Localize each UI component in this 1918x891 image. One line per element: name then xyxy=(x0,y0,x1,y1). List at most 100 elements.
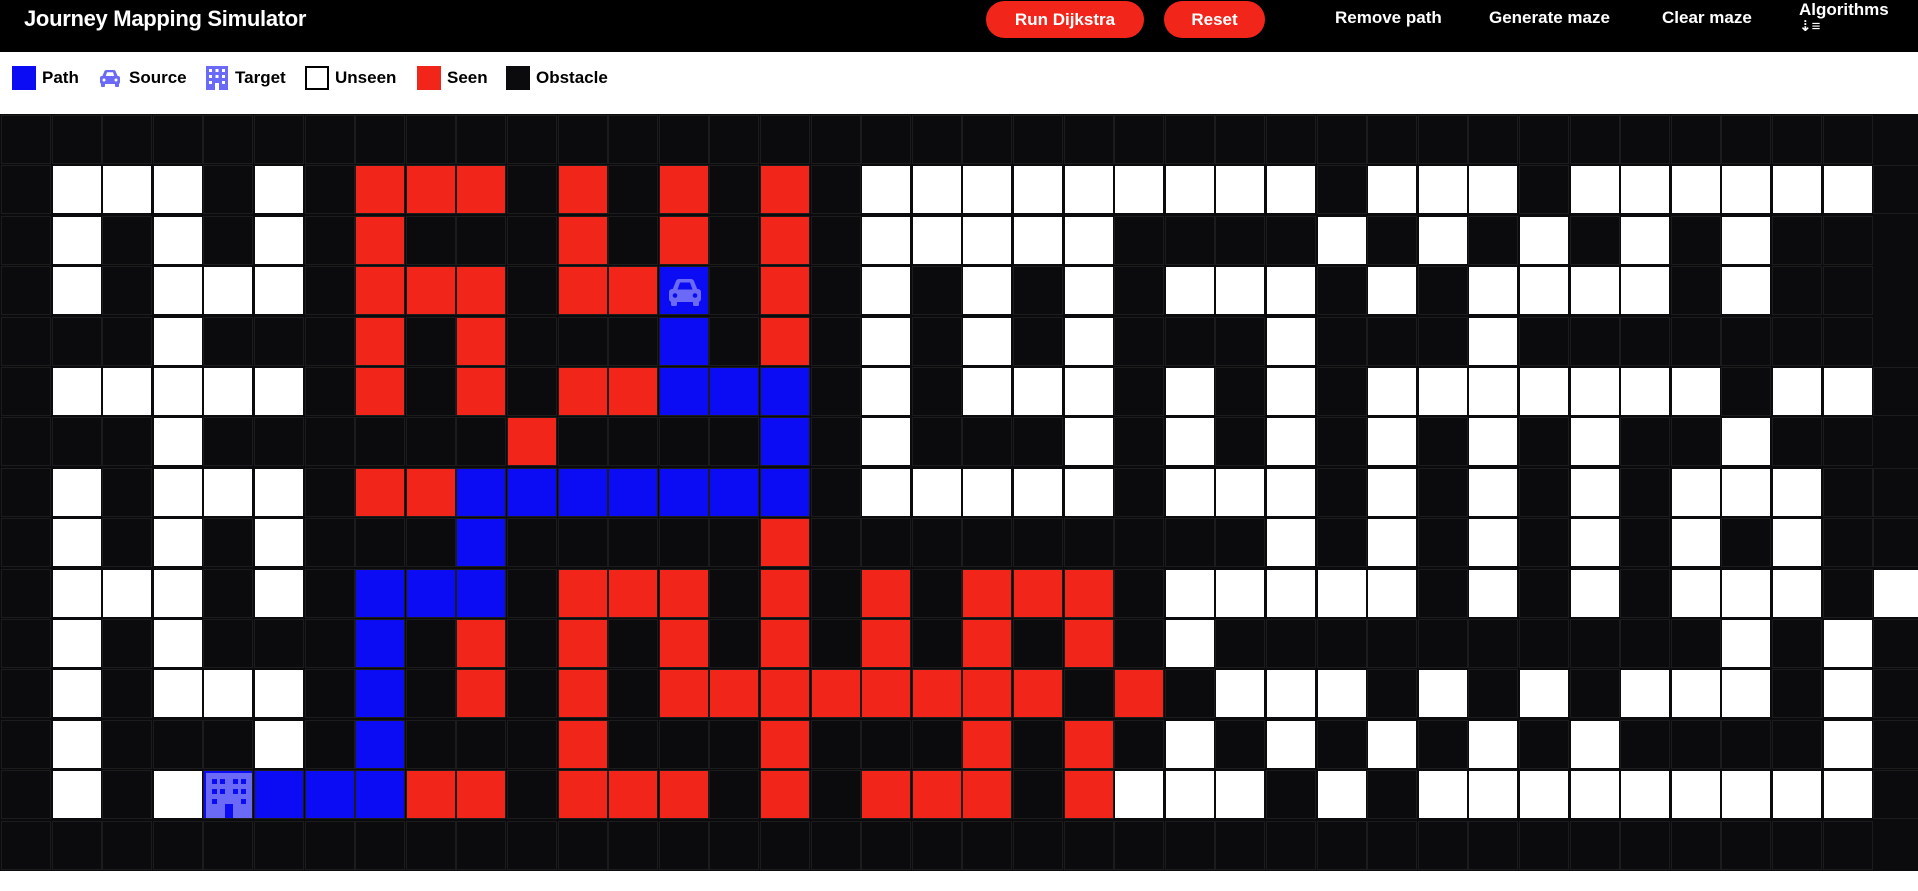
grid-cell[interactable] xyxy=(1164,417,1215,467)
grid-cell[interactable] xyxy=(1721,770,1772,820)
grid-cell[interactable] xyxy=(1873,165,1918,215)
grid-cell[interactable] xyxy=(1013,568,1063,618)
grid-cell[interactable] xyxy=(962,820,1013,870)
grid-cell[interactable] xyxy=(1569,568,1620,618)
grid-cell[interactable] xyxy=(1569,518,1620,568)
grid-cell[interactable] xyxy=(405,619,456,668)
grid-cell[interactable] xyxy=(709,568,760,618)
grid-cell[interactable] xyxy=(1468,820,1519,870)
grid-cell[interactable] xyxy=(1772,820,1822,870)
grid-cell[interactable] xyxy=(1417,467,1468,517)
grid-cell[interactable] xyxy=(1367,770,1418,820)
grid-cell[interactable] xyxy=(1519,316,1569,366)
grid-cell[interactable] xyxy=(608,367,659,416)
grid-cell[interactable] xyxy=(1215,165,1266,215)
grid-cell[interactable] xyxy=(405,820,456,870)
grid-cell[interactable] xyxy=(1822,165,1873,215)
grid-cell[interactable] xyxy=(355,367,406,416)
grid-cell[interactable] xyxy=(1519,467,1569,517)
grid-cell[interactable] xyxy=(1266,770,1316,820)
grid-cell[interactable] xyxy=(1164,669,1215,719)
grid-cell[interactable] xyxy=(1468,316,1519,366)
grid-cell[interactable] xyxy=(861,669,912,719)
grid-cell[interactable] xyxy=(709,820,760,870)
grid-cell[interactable] xyxy=(1519,719,1569,769)
grid-cell[interactable] xyxy=(861,820,912,870)
grid-cell[interactable] xyxy=(608,115,659,164)
grid-cell[interactable] xyxy=(962,266,1013,316)
grid-cell[interactable] xyxy=(709,266,760,316)
generate-maze-link[interactable]: Generate maze xyxy=(1489,8,1610,28)
grid-cell[interactable] xyxy=(1215,719,1266,769)
grid-cell[interactable] xyxy=(810,820,861,870)
grid-cell[interactable] xyxy=(557,467,608,517)
grid-cell[interactable] xyxy=(355,417,406,467)
grid-cell[interactable] xyxy=(1,115,51,164)
grid-cell[interactable] xyxy=(1417,619,1468,668)
grid-cell[interactable] xyxy=(1670,115,1721,164)
grid-cell[interactable] xyxy=(1266,165,1316,215)
grid-cell[interactable] xyxy=(1569,367,1620,416)
grid-cell[interactable] xyxy=(1519,770,1569,820)
grid-cell[interactable] xyxy=(102,820,153,870)
grid-cell[interactable] xyxy=(1063,820,1114,870)
grid-cell[interactable] xyxy=(102,165,153,215)
grid-cell[interactable] xyxy=(1013,165,1063,215)
grid-cell[interactable] xyxy=(1063,316,1114,366)
grid-cell[interactable] xyxy=(355,316,406,366)
grid-cell[interactable] xyxy=(1670,316,1721,366)
grid-cell[interactable] xyxy=(355,619,406,668)
grid-cell[interactable] xyxy=(810,770,861,820)
grid-cell[interactable] xyxy=(962,669,1013,719)
grid-cell[interactable] xyxy=(1063,518,1114,568)
grid-cell[interactable] xyxy=(1772,568,1822,618)
grid-cell[interactable] xyxy=(1215,669,1266,719)
grid-cell[interactable] xyxy=(405,316,456,366)
grid-cell[interactable] xyxy=(557,367,608,416)
grid-cell[interactable] xyxy=(254,367,304,416)
grid-cell[interactable] xyxy=(102,467,153,517)
grid-cell[interactable] xyxy=(760,820,810,870)
grid-cell[interactable] xyxy=(658,820,709,870)
grid-cell[interactable] xyxy=(1620,770,1671,820)
grid-cell[interactable] xyxy=(1417,719,1468,769)
grid-cell[interactable] xyxy=(254,669,304,719)
grid-cell[interactable] xyxy=(1417,770,1468,820)
grid-cell[interactable] xyxy=(102,115,153,164)
grid-cell[interactable] xyxy=(152,820,203,870)
grid-cell[interactable] xyxy=(1316,669,1367,719)
grid-cell[interactable] xyxy=(355,568,406,618)
grid-cell[interactable] xyxy=(1417,215,1468,265)
grid-cell[interactable] xyxy=(254,165,304,215)
grid-cell[interactable] xyxy=(1519,619,1569,668)
grid-cell[interactable] xyxy=(1114,316,1165,366)
grid-cell[interactable] xyxy=(1316,719,1367,769)
grid-cell[interactable] xyxy=(911,619,962,668)
grid-cell[interactable] xyxy=(1114,266,1165,316)
grid-cell[interactable] xyxy=(355,215,406,265)
grid-cell[interactable] xyxy=(1468,669,1519,719)
grid-cell[interactable] xyxy=(1822,215,1873,265)
grid-cell[interactable] xyxy=(1721,467,1772,517)
grid-cell[interactable] xyxy=(1670,568,1721,618)
grid-cell[interactable] xyxy=(1873,619,1918,668)
grid-cell[interactable] xyxy=(1,165,51,215)
grid-cell[interactable] xyxy=(861,719,912,769)
grid-cell[interactable] xyxy=(152,669,203,719)
grid-cell[interactable] xyxy=(507,820,557,870)
grid-cell[interactable] xyxy=(1417,417,1468,467)
grid-cell[interactable] xyxy=(911,669,962,719)
grid-cell[interactable] xyxy=(456,568,507,618)
grid-cell[interactable] xyxy=(608,518,659,568)
grid-cell[interactable] xyxy=(1569,316,1620,366)
grid-cell[interactable] xyxy=(1468,770,1519,820)
grid-cell[interactable] xyxy=(1721,518,1772,568)
grid-cell[interactable] xyxy=(810,719,861,769)
grid-cell[interactable] xyxy=(1013,770,1063,820)
grid-cell[interactable] xyxy=(254,770,304,820)
grid-cell[interactable] xyxy=(557,568,608,618)
grid-cell[interactable] xyxy=(1873,367,1918,416)
grid-cell[interactable] xyxy=(51,367,102,416)
grid-cell[interactable] xyxy=(1215,367,1266,416)
grid-cell[interactable] xyxy=(1873,719,1918,769)
